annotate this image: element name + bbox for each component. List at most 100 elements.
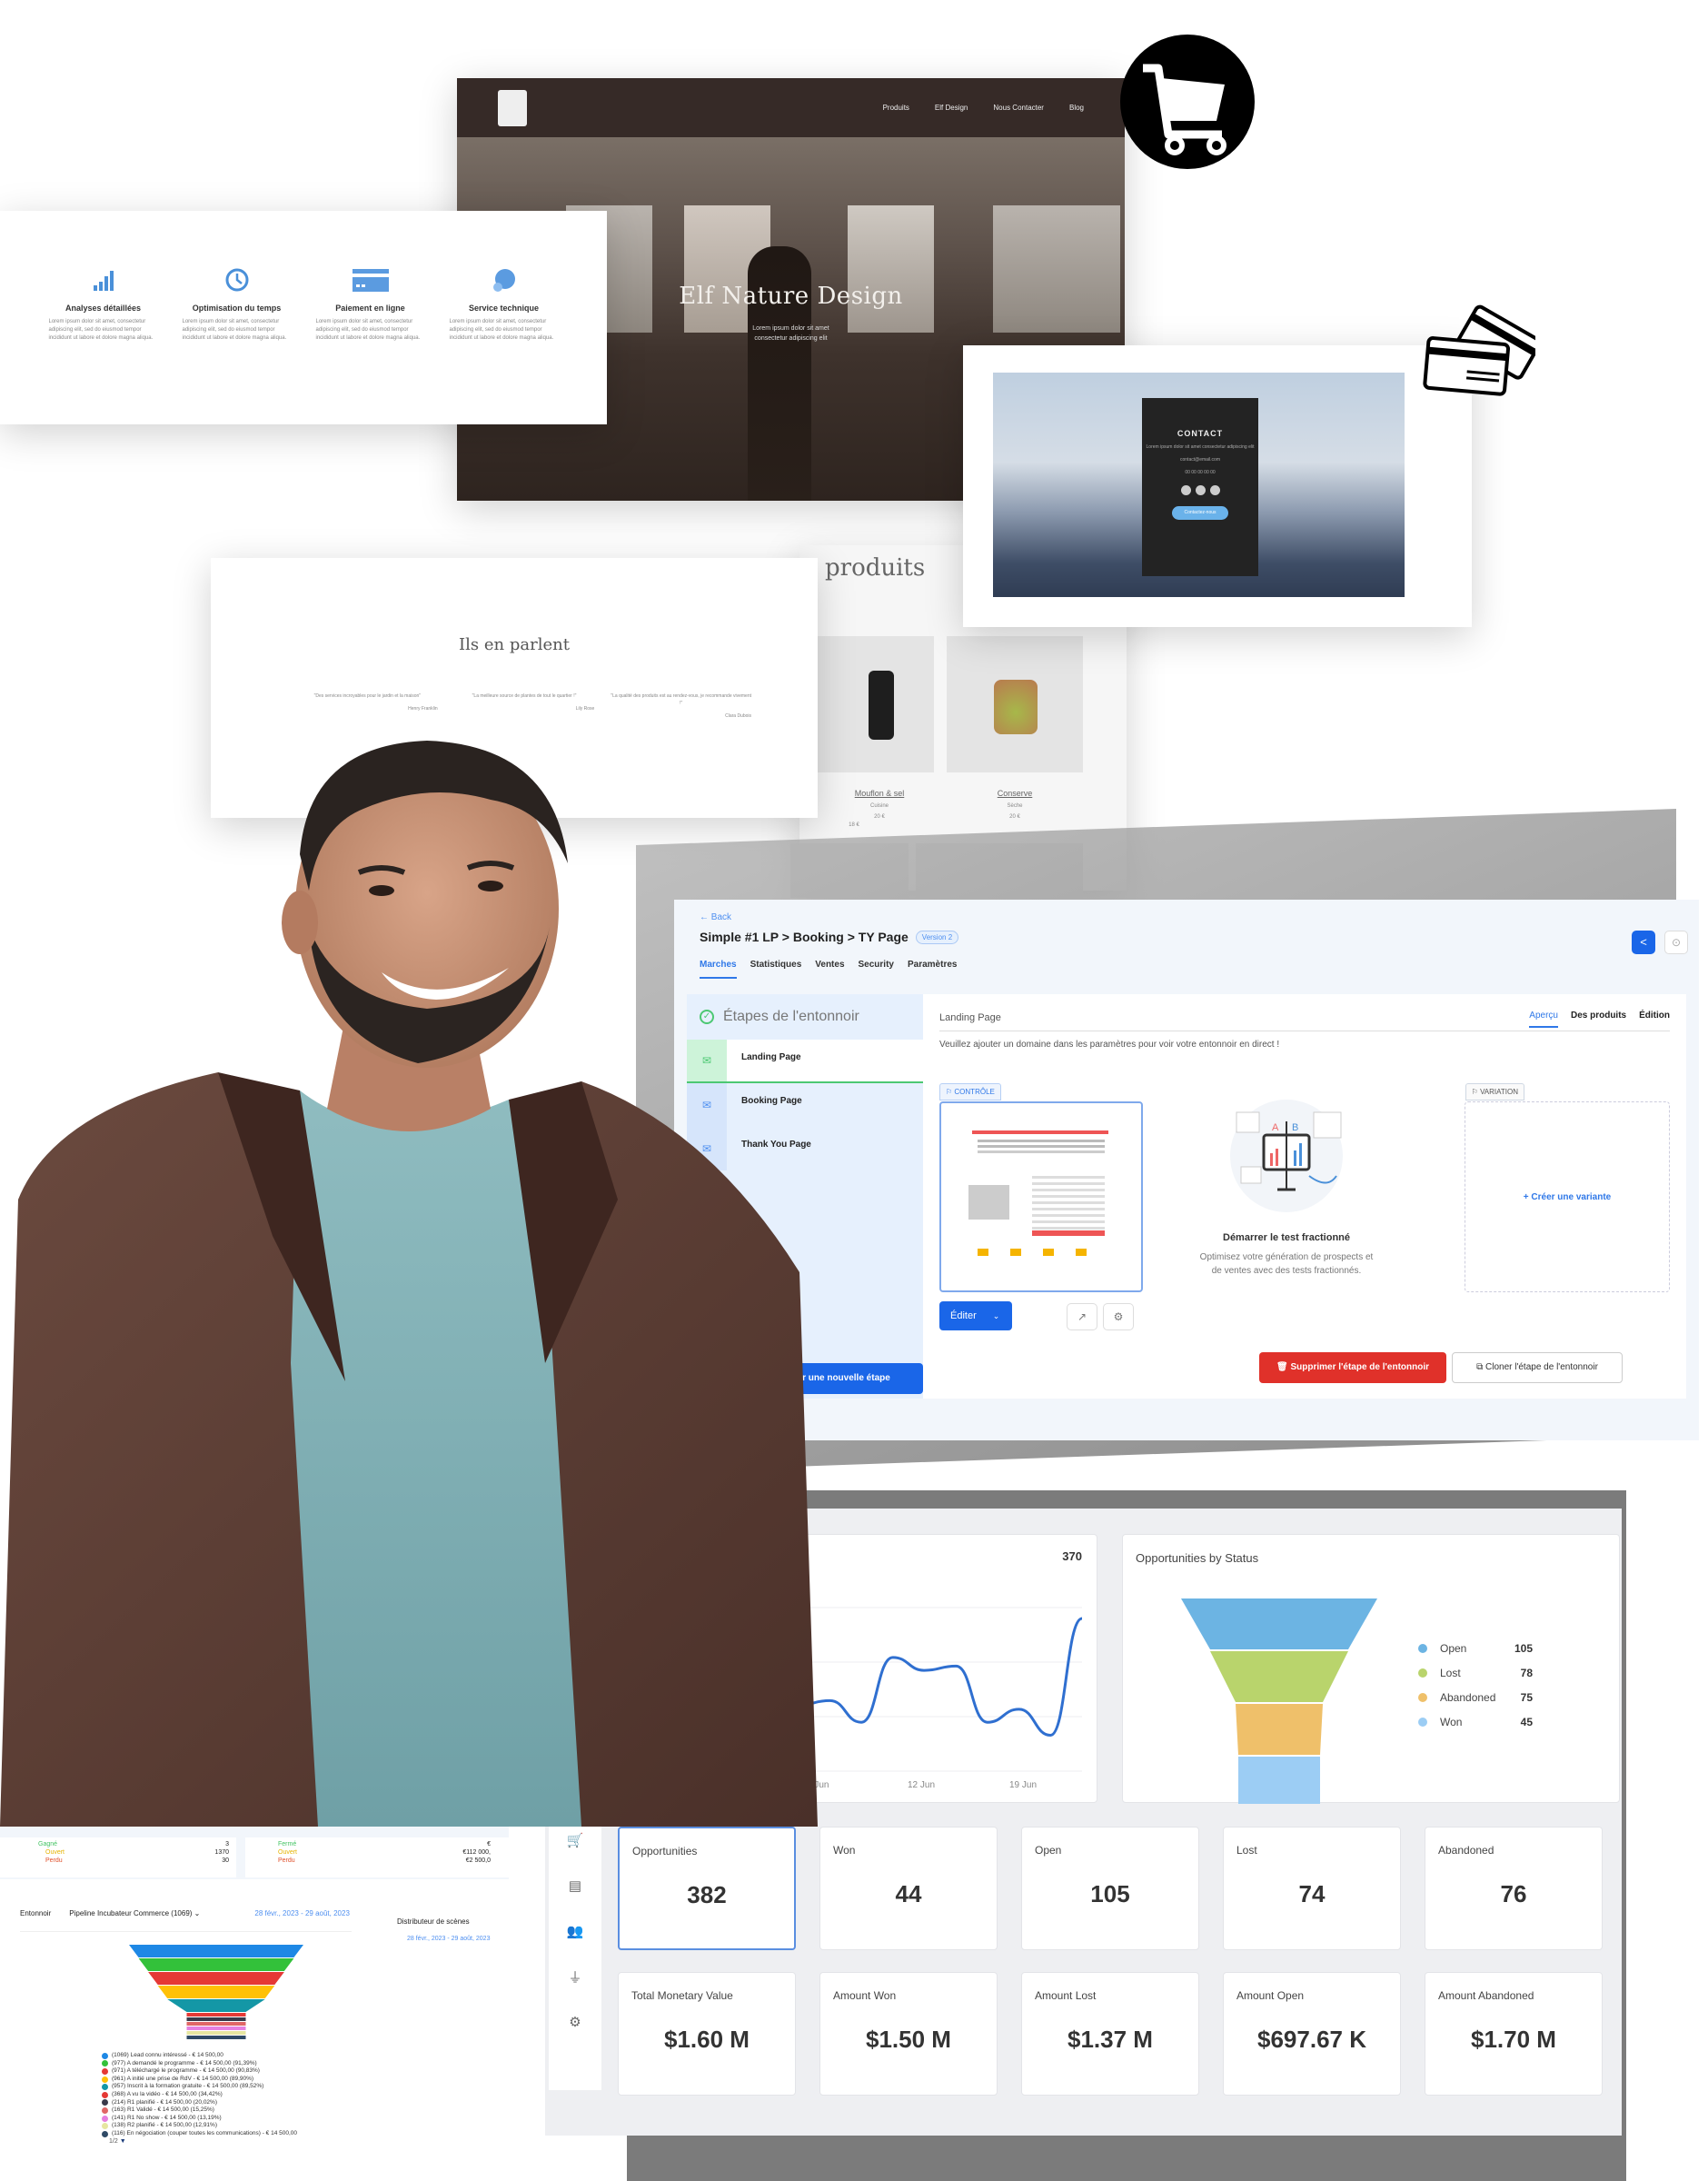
legend-item[interactable]: (116) En négociation (couper toutes les … [102, 2130, 297, 2138]
pipeline-select[interactable]: Pipeline Incubateur Commerce (1069) ⌄ [69, 1909, 200, 1917]
legend-item[interactable]: (214) R1 planifié - € 14 500,00 (20,02%) [102, 2099, 297, 2107]
pipeline-segment [138, 1958, 294, 1971]
social-icon[interactable] [1209, 485, 1220, 495]
legend-item[interactable]: (141) R1 No show - € 14 500,00 (13,19%) [102, 2115, 297, 2123]
legend-dot [102, 2067, 108, 2075]
open-external-button[interactable]: ↗ [1067, 1303, 1097, 1330]
tab-ventes[interactable]: Ventes [815, 960, 844, 979]
legend-item[interactable]: (957) Inscrit à la formation gratuite - … [102, 2083, 297, 2091]
kpi-lost[interactable]: Lost 74 [1223, 1827, 1401, 1950]
tab-edition[interactable]: Édition [1639, 1011, 1670, 1028]
gear-icon[interactable]: ⚙ [549, 1999, 601, 2045]
distributor-title: Distributeur de scènes [397, 1917, 470, 1926]
legend-label: (116) En négociation (couper toutes les … [112, 2129, 298, 2136]
pipeline-segment [186, 2022, 246, 2026]
tab-apercu[interactable]: Aperçu [1529, 1011, 1558, 1028]
nav-link[interactable]: Blog [1069, 104, 1084, 112]
tab-security[interactable]: Security [859, 960, 894, 979]
legend-label: (141) R1 No show - € 14 500,00 (13,19%) [112, 2114, 222, 2121]
document-icon[interactable]: ▤ [549, 1863, 601, 1908]
kpi-amount-open[interactable]: Amount Open $697.67 K [1223, 1972, 1401, 2096]
step-detail-panel: Landing Page Aperçu Des produits Édition… [923, 994, 1686, 1399]
value-summary: Fermé Ouvert Perdu € €112 000, €2 500,0 [245, 1837, 509, 1877]
legend-label: (214) R1 planifié - € 14 500,00 (20,02%) [112, 2098, 217, 2106]
legend-item: Open 105 [1418, 1642, 1533, 1655]
create-variant-button[interactable]: + Créer une variante [1465, 1101, 1670, 1292]
legend-dot [102, 2099, 108, 2106]
nav-link[interactable]: Produits [883, 104, 909, 112]
variation-label: ⚐ VARIATION [1465, 1083, 1524, 1100]
settings-button[interactable]: ⊙ [1664, 931, 1688, 954]
testimonial-quote: "La qualité des produits est au rendez-v… [611, 693, 752, 719]
gear-icon: ⊙ [1671, 936, 1682, 949]
contact-button[interactable]: Contactez-nous [1172, 506, 1228, 520]
distributor-date[interactable]: 28 févr., 2023 - 29 août, 2023 [407, 1936, 490, 1942]
edit-button[interactable]: Éditer ⌄ [939, 1301, 1012, 1330]
nav-link[interactable]: Nous Contacter [993, 104, 1044, 112]
control-preview[interactable] [939, 1101, 1143, 1292]
legend-item[interactable]: (163) R1 Validé - € 14 500,00 (15,25%) [102, 2106, 297, 2115]
pipeline-funnel-widget: Gagné Ouvert Perdu 3 1370 30 Fermé Ouver… [0, 1827, 509, 2181]
delete-step-button[interactable]: 🗑 Supprimer l'étape de l'entonnoir [1259, 1352, 1446, 1383]
feature-item: Optimisation du temps Lorem ipsum dolor … [183, 267, 292, 343]
x-tick-label: 19 Jun [1009, 1780, 1038, 1790]
domain-warning: Veuillez ajouter un domaine dans les par… [939, 1040, 1280, 1050]
legend-item[interactable]: (1069) Lead connu intéressé - € 14 500,0… [102, 2052, 297, 2060]
support-icon [450, 267, 559, 296]
funnel-editor: ← Back Simple #1 LP > Booking > TY Page … [674, 900, 1699, 1440]
kpi-total-value[interactable]: Total Monetary Value $1.60 M [618, 1972, 796, 2096]
legend-dot [102, 2115, 108, 2122]
credit-cards-icon [1422, 295, 1542, 409]
legend-label: (971) A téléchargé le programme - € 14 5… [112, 2067, 260, 2075]
legend-pagination[interactable]: 1/2 ▼ [109, 2138, 126, 2145]
clone-step-button[interactable]: ⧉ Cloner l'étape de l'entonnoir [1452, 1352, 1623, 1383]
pipeline-segment [186, 2036, 246, 2039]
kpi-abandoned[interactable]: Abandoned 76 [1425, 1827, 1603, 1950]
kpi-amount-lost[interactable]: Amount Lost $1.37 M [1021, 1972, 1199, 2096]
plug-icon[interactable]: ⏚ [549, 1954, 601, 1999]
kpi-amount-won[interactable]: Amount Won $1.50 M [819, 1972, 998, 2096]
legend-item[interactable]: (368) A vu la vidéo - € 14 500,00 (34,42… [102, 2091, 297, 2099]
users-icon[interactable]: 👥 [549, 1908, 601, 1954]
product-card[interactable]: Mouflon & sel Cuisine 20 € [825, 636, 934, 820]
x-tick-label: 12 Jun [908, 1780, 936, 1790]
legend-label: (1069) Lead connu intéressé - € 14 500,0… [112, 2052, 223, 2058]
nav-link[interactable]: Elf Design [935, 104, 968, 112]
version-badge[interactable]: Version 2 [915, 930, 959, 944]
legend-dot [102, 2052, 108, 2059]
legend-dot [102, 2130, 108, 2137]
kpi-open[interactable]: Open 105 [1021, 1827, 1199, 1950]
preview-settings-button[interactable]: ⚙ [1103, 1303, 1134, 1330]
date-range[interactable]: 28 févr., 2023 - 29 août, 2023 [254, 1909, 350, 1917]
ab-test-promo: AB Démarrer le test fractionné Optimisez… [1159, 1085, 1414, 1278]
legend-dot [102, 2076, 108, 2083]
features-preview: Analyses détaillées Lorem ipsum dolor si… [0, 211, 607, 424]
pipeline-segment [186, 2017, 246, 2021]
social-icon[interactable] [1195, 485, 1206, 495]
logo [498, 89, 527, 126]
kpi-amount-abandoned[interactable]: Amount Abandoned $1.70 M [1425, 1972, 1603, 2096]
legend-item[interactable]: (138) R2 planifié - € 14 500,00 (12,91%) [102, 2122, 297, 2130]
pipeline-segment [129, 1945, 303, 1957]
kpi-opportunities[interactable]: Opportunities 382 [618, 1827, 796, 1950]
legend-item[interactable]: (971) A téléchargé le programme - € 14 5… [102, 2067, 297, 2076]
share-button[interactable]: < [1632, 931, 1655, 954]
kpi-won[interactable]: Won 44 [819, 1827, 998, 1950]
tab-parametres[interactable]: Paramètres [908, 960, 957, 979]
legend-item: Lost 78 [1418, 1667, 1533, 1679]
legend-label: (977) A demandé le programme - € 14 500,… [112, 2059, 257, 2066]
credit-card-icon [316, 267, 425, 296]
social-icons [1142, 485, 1258, 495]
legend-item[interactable]: (961) A initié une prise de RdV - € 14 5… [102, 2076, 297, 2084]
funnel-label: Entonnoir [20, 1909, 52, 1917]
tab-produits[interactable]: Des produits [1571, 1011, 1626, 1028]
product-image [869, 671, 894, 740]
copy-icon: ⧉ [1476, 1362, 1485, 1372]
product-card[interactable]: Conserve Sèche 20 € [947, 636, 1083, 820]
social-icon[interactable] [1180, 485, 1191, 495]
legend-label: (368) A vu la vidéo - € 14 500,00 (34,42… [112, 2090, 223, 2097]
legend-item[interactable]: (977) A demandé le programme - € 14 500,… [102, 2060, 297, 2068]
pipeline-legend: (1069) Lead connu intéressé - € 14 500,0… [102, 2052, 297, 2138]
pipeline-segment [148, 1972, 284, 1985]
website-nav: Produits Elf Design Nous Contacter Blog [457, 78, 1125, 137]
